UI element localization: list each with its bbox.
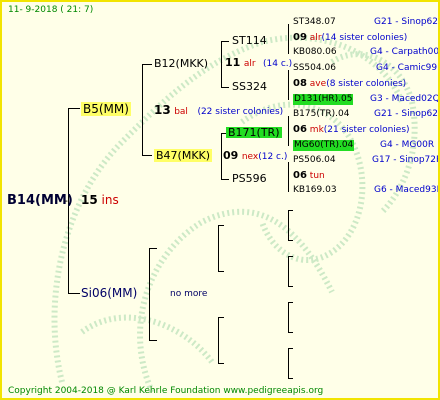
- gen3-b12-upper-tick: [221, 41, 229, 42]
- empty-gen4-tick-4a: [288, 348, 293, 349]
- gen4-group-mg60[interactable]: G4 - MG00R: [380, 141, 434, 150]
- empty-gen4-connector-3: [288, 302, 289, 332]
- gen4-b171-connector: [288, 116, 289, 146]
- gen1-lower-tick: [68, 293, 80, 294]
- root-line: ins: [101, 193, 119, 207]
- gen2-b47-sisters[interactable]: (12 c.): [258, 152, 287, 162]
- gen4-number-1: 09: [293, 32, 307, 43]
- gen4-queen-ps506[interactable]: PS506.04: [293, 156, 336, 165]
- empty-gen4-tick-2b: [288, 286, 293, 287]
- empty-gen4-connector-1: [288, 210, 289, 240]
- empty-gen3-tick-a2: [218, 271, 224, 272]
- gen4-group-kb169[interactable]: G6 - Maced93R: [374, 186, 438, 195]
- copyright-footer: Copyright 2004-2018 @ Karl Kehrle Founda…: [8, 386, 324, 396]
- gen2-b12-info: 13 bal (22 sister colonies): [154, 104, 283, 117]
- empty-gen3-connector-a: [218, 225, 219, 271]
- root-dash: -: [64, 194, 68, 207]
- gen4-group-ss504[interactable]: G4 - Camic99R: [376, 64, 438, 73]
- gen4-number-10: 06: [293, 170, 307, 181]
- gen1-upper-tick: [68, 108, 80, 109]
- empty-gen4-tick-1b: [288, 240, 293, 241]
- gen2-b47-queen[interactable]: B47(MKK): [154, 149, 213, 162]
- gen4-line-10: tun: [309, 171, 325, 181]
- gen4-line-1: alr: [309, 33, 322, 43]
- gen4-group-ps506[interactable]: G17 - Sinop72R: [372, 156, 438, 165]
- gen3-b47-lower-tick: [221, 179, 229, 180]
- gen3-st114-number: 11: [225, 56, 241, 69]
- gen4-queen-st348[interactable]: ST348.07: [293, 18, 336, 27]
- gen2-b12-queen[interactable]: B12(MKK): [154, 58, 208, 69]
- gen4-group-kb080[interactable]: G4 - Carpath00R: [370, 48, 438, 57]
- root-queen[interactable]: B14(MM): [7, 194, 73, 207]
- no-more-note: no more: [170, 289, 208, 299]
- empty-gen4-tick-3a: [288, 302, 293, 303]
- gen4-sisters-7[interactable]: (21 sister colonies): [324, 125, 410, 135]
- empty-gen4-tick-4b: [288, 378, 293, 379]
- gen4-queen-kb080[interactable]: KB080.06: [293, 48, 337, 57]
- empty-gen3-tick-b1: [218, 317, 224, 318]
- gen2-upper-tick: [142, 64, 152, 65]
- gen2-connector: [142, 64, 143, 155]
- empty-gen4-tick-3b: [288, 332, 293, 333]
- empty-gen4-connector-2: [288, 256, 289, 286]
- pedigree-frame: 11- 9-2018 ( 21: 7) Copyright 2004-2018 …: [0, 0, 440, 400]
- gen4-info-1: 09 alr(14 sister colonies): [293, 33, 407, 43]
- gen3-st114-info: 11 alr (14 c.): [225, 57, 292, 69]
- gen4-ps596-connector: [288, 162, 289, 192]
- gen3-b171-queen[interactable]: B171(TR): [226, 127, 282, 138]
- gen4-number-7: 06: [293, 124, 307, 135]
- gen4-info-4: 08 ave(8 sister colonies): [293, 79, 406, 89]
- gen3-ss324-queen[interactable]: SS324: [232, 81, 267, 92]
- report-date: 11- 9-2018 ( 21: 7): [8, 5, 94, 15]
- empty-gen3-connector-b: [218, 317, 219, 363]
- gen4-queen-ss504[interactable]: SS504.06: [293, 64, 336, 73]
- gen4-queen-b175[interactable]: B175(TR).04: [293, 110, 349, 119]
- empty-gen4-connector-4: [288, 348, 289, 378]
- root-breed-info: 15 ins: [81, 194, 119, 206]
- gen4-info-10: 06 tun: [293, 171, 325, 181]
- gen2-lower-tick: [142, 155, 152, 156]
- gen4-queen-mg60[interactable]: MG60(TR).04: [293, 140, 355, 151]
- gen4-info-7: 06 mk(21 sister colonies): [293, 125, 410, 135]
- gen3-st114-line: alr: [243, 59, 256, 69]
- gen3-b12-lower-tick: [221, 87, 229, 88]
- gen4-queen-d131[interactable]: D131(HR).05: [293, 94, 354, 105]
- gen2-b47-info: 09 nex(12 c.): [223, 150, 287, 162]
- gen2-b12-sisters[interactable]: (22 sister colonies): [197, 107, 283, 117]
- gen3-b12-connector: [221, 41, 222, 87]
- gen2-b47-number: 09: [223, 149, 239, 162]
- gen4-st114-connector: [288, 24, 289, 54]
- empty-gen4-tick-2a: [288, 256, 293, 257]
- gen4-ss324-connector: [288, 70, 289, 100]
- gen2-b47-line: nex: [241, 152, 259, 162]
- gen4-queen-kb169[interactable]: KB169.03: [293, 186, 337, 195]
- gen3-st114-sisters[interactable]: (14 c.): [263, 59, 292, 69]
- gen3-st114-queen[interactable]: ST114: [232, 35, 267, 46]
- gen3-ps596-queen[interactable]: PS596: [232, 173, 267, 184]
- gen4-sisters-4[interactable]: (8 sister colonies): [326, 79, 406, 89]
- gen4-group-st348[interactable]: G21 - Sinop62R: [374, 18, 438, 27]
- gen2-b12-number: 13: [154, 103, 171, 117]
- empty-gen2-connector: [149, 248, 150, 340]
- gen1-lower-queen[interactable]: Si06(MM): [81, 287, 137, 299]
- gen4-number-4: 08: [293, 78, 307, 89]
- gen4-group-b175[interactable]: G21 - Sinop62R: [374, 110, 438, 119]
- gen4-sisters-1[interactable]: (14 sister colonies): [322, 33, 408, 43]
- empty-gen3-tick-b2: [218, 363, 224, 364]
- gen4-line-4: ave: [309, 79, 327, 89]
- gen2-b12-line: bal: [174, 107, 188, 117]
- gen4-group-d131[interactable]: G3 - Maced02Q: [370, 95, 438, 104]
- root-number: 15: [81, 193, 98, 207]
- empty-gen2-upper-tick: [149, 248, 157, 249]
- empty-gen2-lower-tick: [149, 340, 157, 341]
- empty-gen4-tick-1a: [288, 210, 293, 211]
- empty-gen3-tick-a1: [218, 225, 224, 226]
- gen1-upper-queen[interactable]: B5(MM): [81, 102, 131, 116]
- gen4-line-7: mk: [309, 125, 324, 135]
- gen3-b47-connector: [221, 133, 222, 179]
